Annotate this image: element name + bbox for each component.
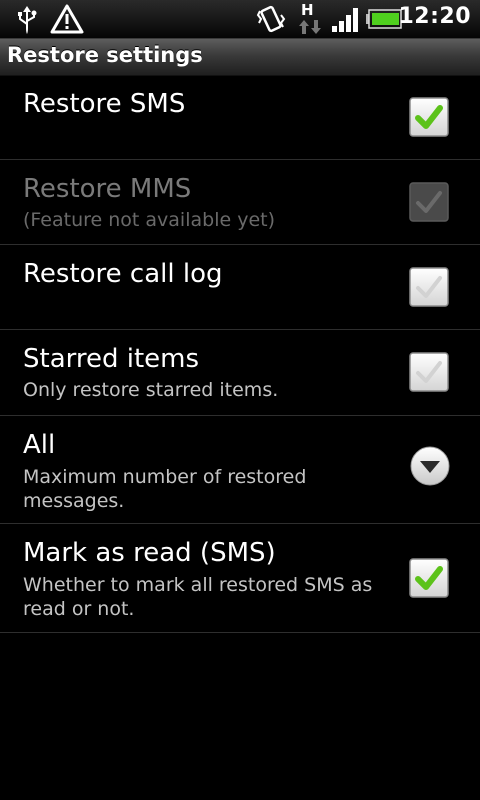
starred-items-checkbox[interactable] — [409, 352, 449, 392]
clock: 12:20 — [398, 4, 471, 29]
title-bar: Restore settings — [0, 39, 480, 76]
setting-row-restore-call-log[interactable]: Restore call log — [0, 245, 480, 330]
restore-sms-checkbox[interactable] — [409, 97, 449, 137]
setting-summary: (Feature not available yet) — [23, 209, 276, 231]
setting-row-starred-items[interactable]: Starred items Only restore starred items… — [0, 330, 480, 416]
setting-row-mark-as-read[interactable]: Mark as read (SMS) Whether to mark all r… — [0, 524, 480, 633]
setting-summary: Whether to mark all restored SMS as read… — [23, 574, 373, 620]
network-type-label: H — [301, 1, 314, 19]
warning-icon — [50, 4, 84, 34]
restore-mms-checkbox — [409, 182, 449, 222]
usb-icon — [18, 6, 37, 34]
setting-summary: Maximum number of restored messages. — [23, 466, 307, 512]
setting-title: Starred items — [23, 344, 200, 374]
vibrate-icon — [256, 5, 286, 33]
mark-as-read-checkbox[interactable] — [409, 558, 449, 598]
setting-title: Restore SMS — [23, 89, 186, 119]
signal-icon — [332, 8, 358, 32]
setting-title: Restore MMS — [23, 174, 192, 204]
setting-title: All — [23, 430, 56, 460]
status-bar: H 12:20 — [0, 0, 480, 39]
data-transfer-icon: H — [298, 1, 322, 37]
setting-row-restore-sms[interactable]: Restore SMS — [0, 75, 480, 160]
setting-summary: Only restore starred items. — [23, 379, 279, 401]
chevron-down-icon[interactable] — [410, 446, 450, 486]
battery-icon — [366, 9, 402, 29]
setting-title: Mark as read (SMS) — [23, 538, 276, 568]
setting-row-restore-mms: Restore MMS (Feature not available yet) — [0, 160, 480, 245]
setting-title: Restore call log — [23, 259, 223, 289]
setting-row-max-messages[interactable]: All Maximum number of restored messages. — [0, 416, 480, 524]
page-title: Restore settings — [7, 43, 203, 67]
restore-call-log-checkbox[interactable] — [409, 267, 449, 307]
settings-list: Restore SMS Restore MMS (Feature not ava… — [0, 75, 480, 633]
